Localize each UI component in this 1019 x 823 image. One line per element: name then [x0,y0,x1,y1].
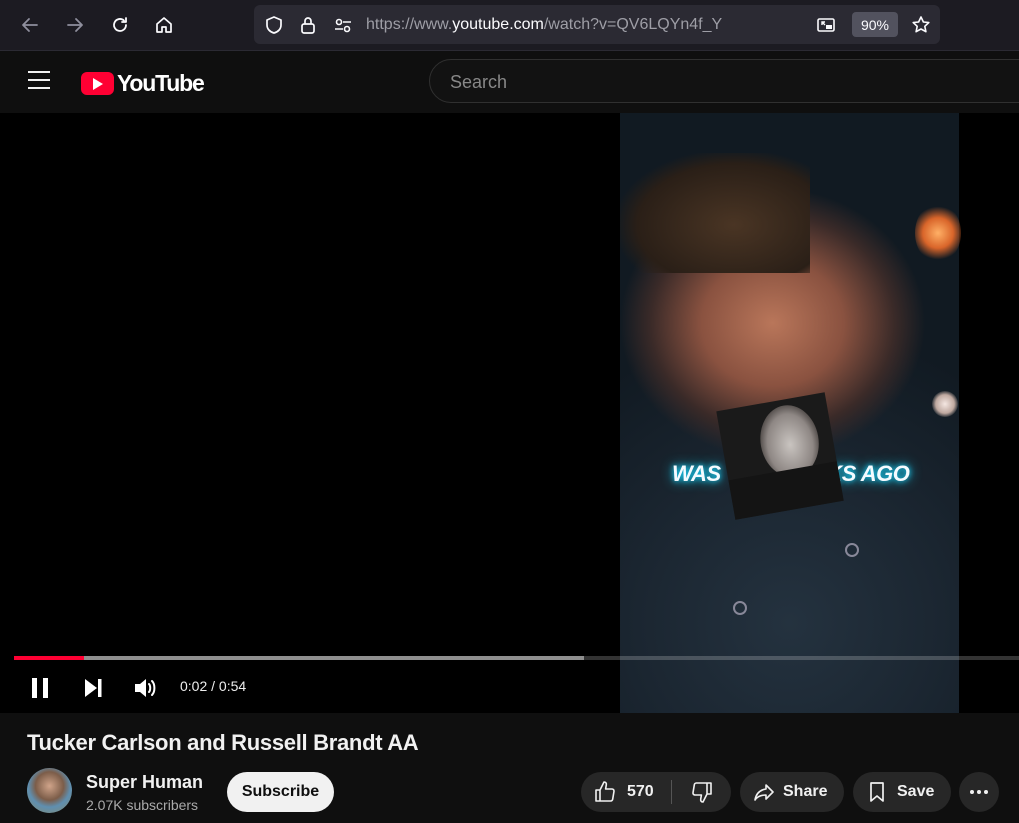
channel-name[interactable]: Super Human [86,772,203,793]
star-icon [912,16,930,33]
site-security-button[interactable] [297,14,319,36]
inset-shirt [728,461,844,520]
menu-button[interactable] [28,71,52,93]
like-count: 570 [627,783,654,800]
bookmark-icon [870,782,884,802]
search-input[interactable] [448,60,1012,104]
home-icon [156,17,172,33]
youtube-wordmark: YouTube [117,70,205,96]
video-inset-image [716,392,844,520]
forward-button[interactable] [59,9,91,41]
youtube-play-icon [81,72,114,95]
home-button[interactable] [148,9,180,41]
picture-in-picture-button[interactable] [815,14,837,36]
more-dots-icon [970,790,988,794]
permissions-button[interactable] [332,14,354,36]
video-light [915,203,961,263]
url-text[interactable]: https://www.youtube.com/watch?v=QV6LQYn4… [366,16,722,34]
video-light [932,391,958,417]
share-button[interactable]: Share [740,772,844,812]
url-bar[interactable]: https://www.youtube.com/watch?v=QV6LQYn4… [254,5,940,44]
browser-toolbar: https://www.youtube.com/watch?v=QV6LQYn4… [0,0,1019,51]
next-video-button[interactable] [78,673,108,703]
hamburger-icon [28,71,52,89]
volume-button[interactable] [131,673,161,703]
bookmark-star-button[interactable] [910,14,932,36]
more-actions-button[interactable] [959,772,999,812]
video-detail [845,543,859,557]
skip-next-icon [85,679,102,697]
time-display: 0:02 / 0:54 [180,678,247,694]
volume-icon [135,679,156,697]
thumbs-down-icon [692,782,712,803]
reload-icon [113,17,127,32]
pause-icon [32,678,48,698]
back-arrow-icon [22,18,38,32]
url-host: youtube.com [452,16,544,33]
back-button[interactable] [14,9,46,41]
zoom-level-button[interactable]: 90% [852,12,898,37]
video-title: Tucker Carlson and Russell Brandt AA [27,730,419,755]
video-player[interactable]: WAS EEKS AGO 0:02 / 0:54 [0,113,1019,713]
search-box [429,59,1019,104]
progress-bar[interactable] [14,656,1019,660]
video-scene [620,153,810,273]
share-label: Share [783,783,828,800]
shield-icon [266,16,282,34]
forward-arrow-icon [67,18,83,32]
youtube-header: YouTube [0,51,1019,113]
video-caption-left: WAS [672,461,721,486]
youtube-logo[interactable]: YouTube [81,70,205,97]
tracking-protection-button[interactable] [263,14,285,36]
video-detail [733,601,747,615]
dislike-button[interactable] [673,772,731,812]
save-label: Save [897,783,935,800]
progress-buffered [14,656,584,660]
lock-icon [301,17,315,34]
pause-button[interactable] [25,673,55,703]
thumbs-up-icon [595,781,615,802]
like-dislike-group: 570 [581,772,731,812]
like-divider [671,780,672,804]
channel-avatar[interactable] [27,768,72,813]
url-prefix: https://www. [366,16,453,33]
reload-button[interactable] [104,9,136,41]
permissions-icon [335,18,351,33]
save-button[interactable]: Save [853,772,951,812]
picture-in-picture-icon [817,18,835,32]
like-button[interactable]: 570 [581,772,670,812]
video-frame: WAS EEKS AGO [620,113,961,713]
progress-played [14,656,85,660]
share-arrow-icon [754,784,774,801]
subscribe-button[interactable]: Subscribe [227,772,334,812]
subscriber-count: 2.07K subscribers [86,797,199,813]
url-path: /watch?v=QV6LQYn4f_Y [543,16,723,33]
